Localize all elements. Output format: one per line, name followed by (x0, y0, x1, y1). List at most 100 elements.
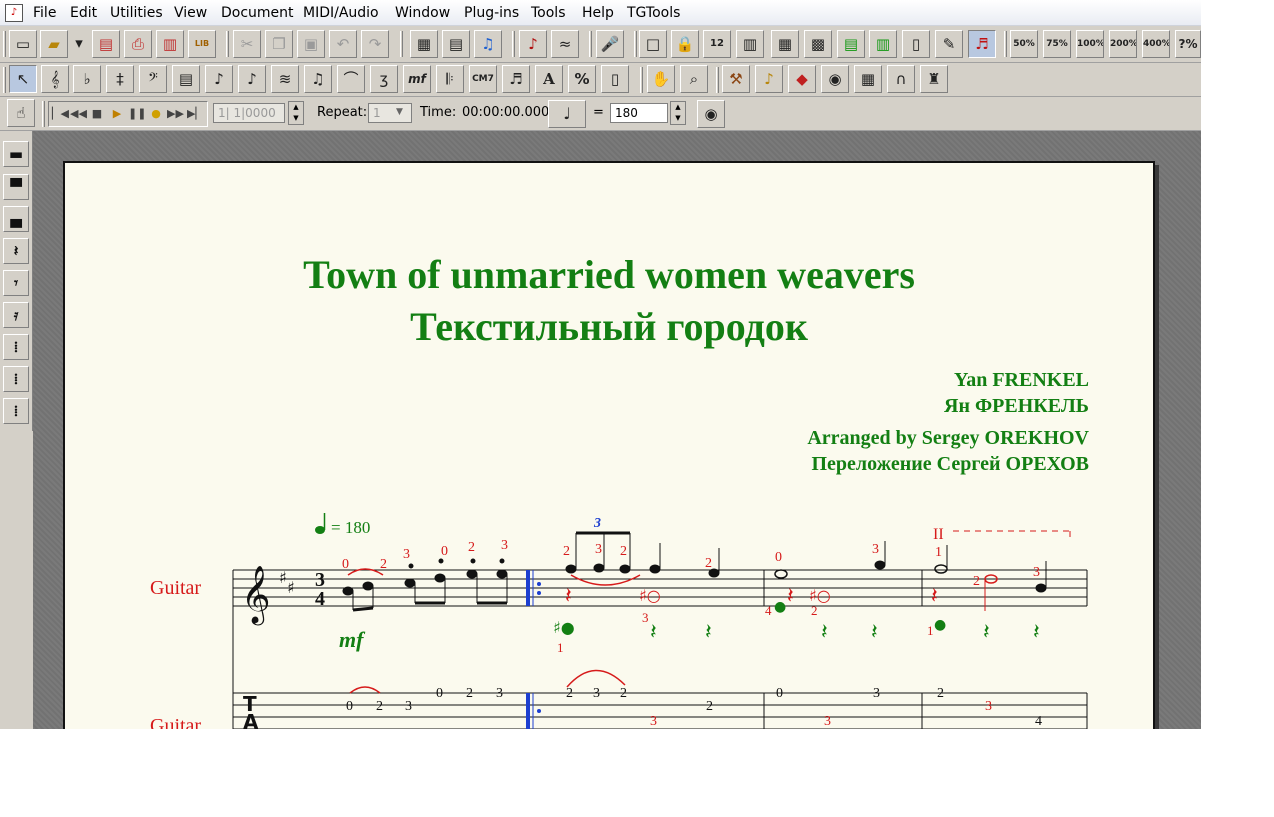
cut-icon[interactable]: ✂ (233, 30, 261, 58)
smart-shape-icon[interactable]: ⌒ (337, 65, 365, 93)
midi-tool-icon[interactable]: ◉ (821, 65, 849, 93)
toolbar-grip[interactable] (3, 67, 6, 93)
print-icon[interactable]: ⎙ (124, 30, 152, 58)
toolbar-grip[interactable] (634, 31, 637, 57)
toolbar-grip[interactable] (512, 31, 515, 57)
tab-repeat-barline[interactable] (526, 693, 530, 729)
thirty-second-rest-icon[interactable]: ⁞ (3, 334, 29, 360)
record-icon[interactable]: ● (148, 105, 164, 123)
toolbar-grip[interactable] (226, 31, 229, 57)
rewind-icon[interactable]: ◀◀ (70, 105, 87, 123)
treble-clef[interactable]: 𝄞 (241, 565, 271, 626)
play-icon[interactable]: ▶ (109, 105, 125, 123)
repeat-dropdown[interactable]: 1 (368, 103, 412, 123)
page-view-icon[interactable]: ▦ (410, 30, 438, 58)
plugin-tool-icon[interactable]: ♜ (920, 65, 948, 93)
new-document-icon[interactable]: ▭ (9, 30, 37, 58)
grid-icon[interactable]: ▦ (771, 30, 799, 58)
half-rest-icon[interactable]: ▄ (3, 206, 29, 232)
fingering[interactable]: 1 (927, 623, 934, 638)
position-field[interactable]: 1| 1|0000 (213, 103, 285, 123)
position-spinner[interactable]: ▲ ▼ (288, 101, 304, 125)
fingering[interactable]: 2 (973, 574, 980, 589)
tab-numbers-red[interactable]: 3 3 3 (650, 699, 992, 729)
fingering[interactable]: 3 (1033, 565, 1040, 580)
lock-icon[interactable]: 🔒 (671, 30, 699, 58)
tab-slur[interactable] (566, 669, 626, 688)
speedy-entry-icon[interactable]: ♪ (238, 65, 266, 93)
hundred-twenty-eighth-rest-icon[interactable]: ⁞ (3, 398, 29, 424)
speaker-icon[interactable]: ◉ (697, 100, 725, 128)
fingering[interactable]: 3 (872, 542, 879, 557)
hand-icon[interactable]: ☝ (7, 99, 35, 127)
tempo-note-icon[interactable]: ♩ (548, 100, 586, 128)
fingering[interactable]: 2 (563, 544, 570, 559)
human-playback-icon[interactable]: ≈ (551, 30, 579, 58)
edit-page-icon[interactable]: ✎ (935, 30, 963, 58)
stop-icon[interactable]: ■ (89, 105, 105, 123)
sixteenth-rest-icon[interactable]: 𝄿 (3, 302, 29, 328)
redo-icon[interactable]: ↷ (361, 30, 389, 58)
sharp-half-note[interactable]: ♯○ (639, 586, 661, 605)
chord-tool-icon[interactable]: CM7 (469, 65, 497, 93)
zoom-400-button[interactable]: 400% (1142, 30, 1170, 58)
print-setup-icon[interactable]: ▥ (156, 30, 184, 58)
library-icon[interactable]: LIB (188, 30, 216, 58)
menu-view[interactable]: View (174, 5, 207, 21)
hand-grabber-icon[interactable]: ✋ (647, 65, 675, 93)
note-mover-icon[interactable]: ∩ (887, 65, 915, 93)
tempo-marking[interactable]: = 180 (315, 513, 370, 537)
key-signature-sharp[interactable]: ♯ (287, 578, 295, 597)
fingering[interactable]: 2 (620, 544, 627, 559)
zoom-tool-icon[interactable]: ⌕ (680, 65, 708, 93)
sixty-fourth-rest-icon[interactable]: ⁞ (3, 366, 29, 392)
tab-staff[interactable] (233, 692, 1088, 729)
sharp-bass-note[interactable]: ♯● (553, 618, 575, 637)
slur[interactable] (570, 574, 641, 586)
tab-slur[interactable] (349, 686, 381, 694)
toolbar-grip[interactable] (400, 31, 403, 57)
triplet-marking[interactable]: 3 (593, 516, 601, 531)
menu-edit[interactable]: Edit (70, 5, 97, 21)
page-icon[interactable]: ▯ (902, 30, 930, 58)
staff-tool-icon[interactable]: 𝄞 (41, 65, 69, 93)
fast-forward-icon[interactable]: ▶▶ (167, 105, 184, 123)
toolbar-grip[interactable] (3, 31, 6, 57)
quarter-rest-icon[interactable]: 𝄽 (931, 584, 938, 609)
forward-end-icon[interactable]: ▶▏ (187, 105, 204, 123)
position-bracket[interactable]: II (933, 526, 1071, 543)
score-page[interactable]: Town of unmarried women weavers Текстиль… (63, 161, 1155, 729)
zoom-100-button[interactable]: 100% (1076, 30, 1104, 58)
tuplet-tool-icon[interactable]: ♫ (304, 65, 332, 93)
copy-icon[interactable]: ❐ (265, 30, 293, 58)
staff-sets-icon[interactable]: ▤ (837, 30, 865, 58)
clef-tool-icon[interactable]: 𝄢 (139, 65, 167, 93)
undo-icon[interactable]: ↶ (329, 30, 357, 58)
quarter-rest-icon[interactable]: 𝄽 (1033, 620, 1040, 645)
hyperscribe-icon[interactable]: ≋ (271, 65, 299, 93)
whole-rest-icon[interactable]: ▀ (3, 174, 29, 200)
rewind-start-icon[interactable]: ▏◀ (52, 105, 69, 123)
save-icon[interactable]: ▤ (92, 30, 120, 58)
quarter-rest-icon[interactable]: 𝄽 (787, 584, 794, 609)
menu-midi-audio[interactable]: MIDI/Audio (303, 5, 379, 21)
page-number-icon[interactable]: 12 (703, 30, 731, 58)
tempo-field[interactable]: 180 (610, 103, 668, 123)
key-signature-icon[interactable]: ♭ (73, 65, 101, 93)
resize-tool-icon[interactable]: % (568, 65, 596, 93)
fingering[interactable]: 4 (765, 603, 772, 618)
fingering[interactable]: 3 (595, 542, 602, 557)
simple-entry-icon[interactable]: ♪ (205, 65, 233, 93)
toolbar-grip[interactable] (716, 67, 719, 93)
expression-tool-icon[interactable]: mf (403, 65, 431, 93)
score-notation[interactable]: = 180 𝄞 ♯ ♯ 3 4 0 2 3 0 2 3 mf 3 2 3 2 2… (65, 163, 1157, 729)
studio-view-icon[interactable]: ♫ (474, 30, 502, 58)
fingering[interactable]: 3 (501, 538, 508, 553)
quarter-rest-icon[interactable]: 𝄽 (3, 238, 29, 264)
selection-tool-icon[interactable]: ↖ (9, 65, 37, 93)
lyrics-tool-icon[interactable]: ♬ (502, 65, 530, 93)
measure-repeat-icon[interactable]: ♬ (968, 30, 996, 58)
quarter-rest-icon[interactable]: 𝄽 (650, 620, 657, 645)
double-whole-rest-icon[interactable]: ▬ (3, 141, 29, 167)
fingering[interactable]: 2 (468, 540, 475, 555)
